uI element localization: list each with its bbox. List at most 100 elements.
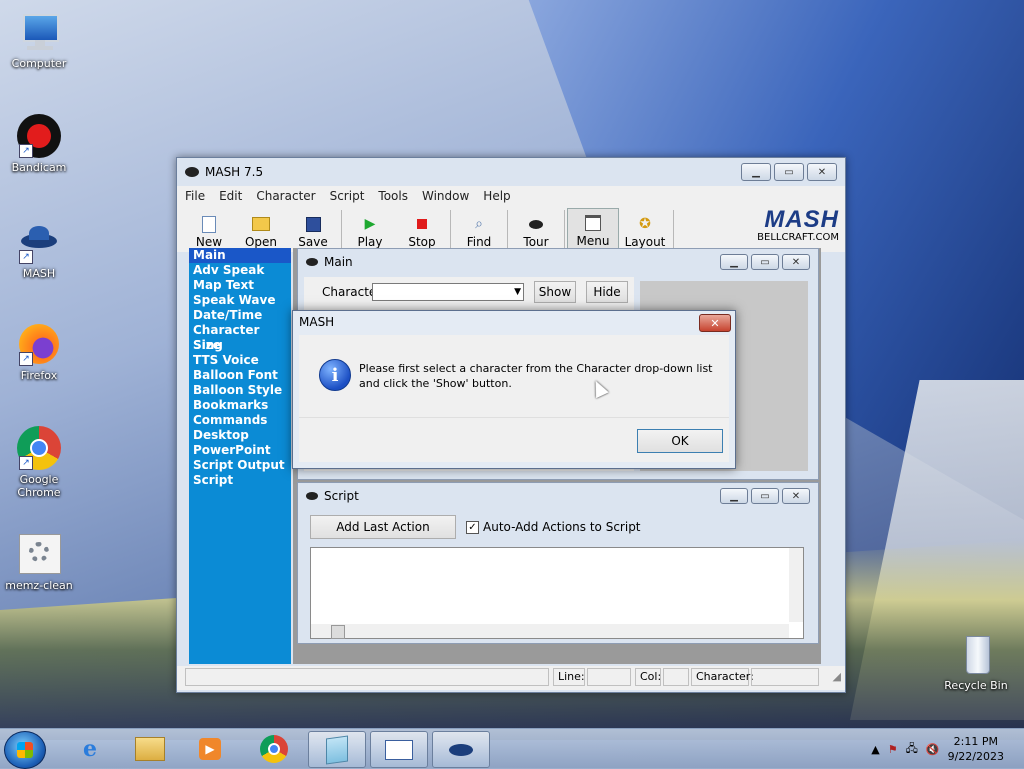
- desktop-icon-mash[interactable]: ↗ MASH: [1, 220, 77, 280]
- save-button[interactable]: Save: [287, 208, 339, 252]
- recycle-bin-icon: [954, 632, 998, 676]
- horizontal-scrollbar[interactable]: [311, 624, 789, 639]
- close-icon: ✕: [817, 166, 827, 178]
- character-dropdown[interactable]: ▼: [372, 283, 524, 301]
- toolbar: New Open Save ▶ Play Stop ⌕ Find Tour Me…: [177, 206, 845, 252]
- computer-icon: [17, 10, 61, 54]
- hide-button[interactable]: Hide: [586, 281, 628, 303]
- status-col-value: [663, 668, 689, 686]
- bandicam-icon: ↗: [17, 114, 61, 158]
- clock[interactable]: 2:11 PM 9/22/2023: [948, 734, 1004, 764]
- script-textarea[interactable]: [310, 547, 804, 639]
- volume-muted-icon[interactable]: 🔇: [926, 743, 940, 756]
- network-icon[interactable]: 🖧: [906, 740, 918, 759]
- desktop-icon-recycle-bin[interactable]: Recycle Bin: [938, 632, 1014, 692]
- play-button[interactable]: ▶ Play: [344, 208, 396, 252]
- keyboard-monitor-icon: [385, 739, 413, 760]
- close-icon: ✕: [710, 316, 720, 330]
- sidebar-item-main[interactable]: Main: [189, 248, 291, 263]
- chrome-icon: [260, 734, 288, 763]
- new-button[interactable]: New: [183, 208, 235, 252]
- main-maximize-button[interactable]: ▭: [751, 254, 779, 270]
- mash-app-icon: [185, 167, 199, 177]
- status-character-value: [751, 668, 819, 686]
- sidebar-item-desktop[interactable]: Desktop: [189, 428, 291, 443]
- desktop-icon-computer[interactable]: Computer: [1, 10, 77, 70]
- desktop-icon-memz-clean[interactable]: memz-clean: [1, 532, 77, 592]
- taskbar-remote-desktop[interactable]: [370, 731, 428, 768]
- mash-message-dialog[interactable]: MASH ✕ i Please first select a character…: [292, 310, 736, 469]
- script-minimize-button[interactable]: ▁: [720, 488, 748, 504]
- tour-button[interactable]: Tour: [510, 208, 562, 252]
- menu-character[interactable]: Character: [256, 189, 315, 203]
- add-last-action-button[interactable]: Add Last Action: [310, 515, 456, 539]
- stop-button[interactable]: Stop: [396, 208, 448, 252]
- sidebar-item-commands[interactable]: Commands: [189, 413, 291, 428]
- desktop-icon-bandicam[interactable]: ↗ Bandicam: [1, 114, 77, 174]
- folder-icon: [252, 216, 270, 232]
- folder-icon: [135, 736, 165, 761]
- main-close-button[interactable]: ✕: [782, 254, 810, 270]
- desktop-icon-chrome[interactable]: ↗ Google Chrome: [1, 426, 77, 499]
- sidebar-item-bookmarks[interactable]: Bookmarks: [189, 398, 291, 413]
- menu-edit[interactable]: Edit: [219, 189, 242, 203]
- resize-grip-icon[interactable]: ◢: [833, 670, 841, 683]
- script-child-titlebar[interactable]: Script ▁ ▭ ✕: [298, 483, 818, 509]
- window-titlebar[interactable]: MASH 7.5 ▁ ▭ ✕: [177, 158, 845, 186]
- sidebar-item-map-text[interactable]: Map Text: [189, 278, 291, 293]
- sidebar-item-speak-wave[interactable]: Speak Wave: [189, 293, 291, 308]
- sidebar-item-character-size[interactable]: Character Size: [189, 323, 291, 352]
- statusbar: Line: Col: Character: ◢: [177, 666, 845, 690]
- dialog-body: i Please first select a character from t…: [299, 335, 729, 462]
- minimize-button[interactable]: ▁: [741, 163, 771, 181]
- menu-tools[interactable]: Tools: [378, 189, 408, 203]
- taskbar-ie[interactable]: e: [62, 731, 118, 766]
- menu-help[interactable]: Help: [483, 189, 510, 203]
- script-close-button[interactable]: ✕: [782, 488, 810, 504]
- sidebar-item-balloon-font[interactable]: Balloon Font: [189, 368, 291, 383]
- ok-button[interactable]: OK: [637, 429, 723, 453]
- dialog-title: MASH: [299, 315, 335, 329]
- dialog-close-button[interactable]: ✕: [699, 314, 731, 332]
- taskbar-mash[interactable]: [432, 731, 490, 768]
- open-button[interactable]: Open: [235, 208, 287, 252]
- script-child-title: Script: [324, 489, 359, 503]
- sidebar-item-tts-voice[interactable]: TTS Voice: [189, 353, 291, 368]
- taskbar-chrome[interactable]: [246, 731, 302, 766]
- start-button[interactable]: [4, 731, 46, 769]
- sidebar-item-script[interactable]: Script: [189, 473, 291, 488]
- menu-window[interactable]: Window: [422, 189, 469, 203]
- menu-button[interactable]: Menu: [567, 208, 619, 252]
- desktop-icon-firefox[interactable]: ↗ Firefox: [1, 322, 77, 382]
- taskbar-media-player[interactable]: ▶: [182, 731, 238, 766]
- sidebar-item-script-output[interactable]: Script Output: [189, 458, 291, 473]
- chevron-down-icon: ▼: [514, 287, 521, 297]
- sidebar-item-date-time[interactable]: Date/Time: [189, 308, 291, 323]
- script-maximize-button[interactable]: ▭: [751, 488, 779, 504]
- sidebar-item-powerpoint[interactable]: PowerPoint: [189, 443, 291, 458]
- sidebar-item-balloon-style[interactable]: Balloon Style: [189, 383, 291, 398]
- auto-add-checkbox[interactable]: ✓: [466, 521, 479, 534]
- main-minimize-button[interactable]: ▁: [720, 254, 748, 270]
- layout-button[interactable]: ✪ Layout: [619, 208, 671, 252]
- action-center-icon[interactable]: ⚑: [888, 743, 898, 756]
- close-icon: ✕: [791, 490, 801, 502]
- find-button[interactable]: ⌕ Find: [453, 208, 505, 252]
- vertical-scrollbar[interactable]: [789, 548, 803, 622]
- feature-sidebar: Main Adv Speak Map Text Speak Wave Date/…: [189, 248, 291, 664]
- script-child-window[interactable]: Script ▁ ▭ ✕ Add Last Action ✓ Auto-Add …: [297, 482, 819, 644]
- main-child-titlebar[interactable]: Main ▁ ▭ ✕: [298, 249, 818, 275]
- close-button[interactable]: ✕: [807, 163, 837, 181]
- floppy-disk-icon: [304, 216, 322, 232]
- play-icon: ▶: [364, 216, 376, 232]
- sidebar-item-sing[interactable]: Sing: [189, 338, 291, 353]
- scroll-thumb[interactable]: [331, 625, 345, 639]
- menu-script[interactable]: Script: [330, 189, 365, 203]
- maximize-button[interactable]: ▭: [774, 163, 804, 181]
- show-button[interactable]: Show: [534, 281, 576, 303]
- taskbar-explorer[interactable]: [122, 731, 178, 766]
- menu-file[interactable]: File: [185, 189, 205, 203]
- sidebar-item-adv-speak[interactable]: Adv Speak: [189, 263, 291, 278]
- show-hidden-icons-icon[interactable]: ▲: [871, 743, 879, 756]
- taskbar-notepad[interactable]: [308, 731, 366, 768]
